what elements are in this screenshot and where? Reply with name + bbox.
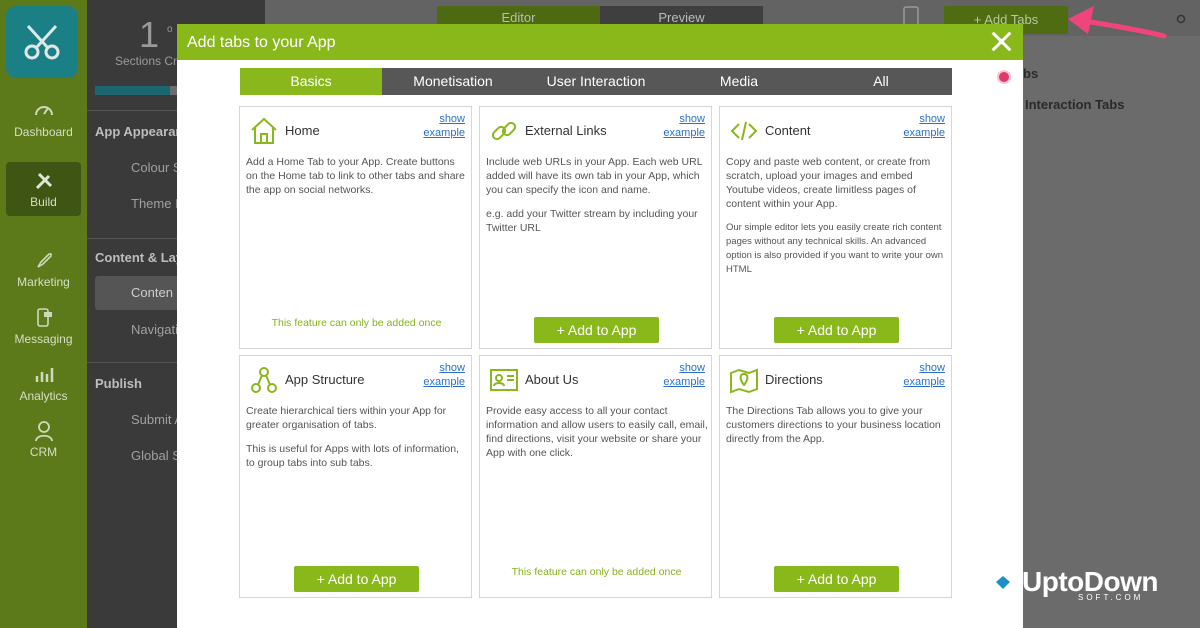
right-text-2: Interaction Tabs — [1025, 97, 1125, 112]
nav-build-label: Build — [30, 195, 57, 209]
tab-monetisation[interactable]: Monetisation — [382, 68, 524, 95]
card-description: Add a Home Tab to your App. Create butto… — [246, 156, 465, 196]
nav-dashboard-label: Dashboard — [14, 125, 73, 139]
nav-build[interactable]: Build — [6, 162, 81, 216]
nav-crm[interactable]: CRM — [0, 420, 87, 459]
card-title: Directions — [765, 372, 823, 387]
card-content: Content show example Copy and paste web c… — [719, 106, 952, 349]
modal-header: Add tabs to your App — [177, 24, 1023, 60]
bar-chart-icon — [35, 368, 53, 382]
modal-title: Add tabs to your App — [187, 34, 336, 51]
category-tabs: Basics Monetisation User Interaction Med… — [240, 68, 952, 95]
show-example-link[interactable]: show example — [423, 361, 465, 389]
tab-basics[interactable]: Basics — [240, 68, 382, 95]
nav-marketing-label: Marketing — [17, 275, 70, 289]
nav-analytics-label: Analytics — [19, 389, 68, 403]
map-icon — [730, 368, 758, 394]
add-tabs-modal: Add tabs to your App Basics Monetisation… — [177, 24, 1023, 628]
card-description: Copy and paste web content, or create fr… — [726, 156, 944, 275]
show-example-link[interactable]: show example — [903, 361, 945, 389]
add-to-app-button[interactable]: + Add to App — [294, 566, 419, 592]
record-indicator — [997, 70, 1011, 84]
card-app-structure: App Structure show example Create hierarc… — [239, 355, 472, 598]
theme-item[interactable]: Theme I — [131, 196, 179, 211]
settings-icon[interactable] — [1176, 14, 1186, 24]
tab-all[interactable]: All — [810, 68, 952, 95]
card-description: Include web URLs in your App. Each web U… — [486, 156, 703, 234]
home-icon — [251, 117, 277, 144]
card-about-us: About Us show example Provide easy access… — [479, 355, 712, 598]
nav-marketing[interactable]: Marketing — [0, 250, 87, 289]
tab-user-interaction[interactable]: User Interaction — [524, 68, 668, 95]
card-home: Home show example Add a Home Tab to your … — [239, 106, 472, 349]
publish-heading: Publish — [95, 376, 142, 391]
submit-item[interactable]: Submit A — [131, 412, 183, 427]
left-navigation: Dashboard Build Marketing Messaging Anal… — [0, 0, 87, 628]
rocket-icon — [36, 253, 52, 268]
navigation-item[interactable]: Navigati — [131, 322, 178, 337]
phone-message-icon — [36, 308, 52, 327]
app-logo — [6, 6, 78, 78]
card-description: Provide easy access to all your contact … — [486, 405, 708, 459]
right-panel: bs Interaction Tabs — [1023, 36, 1200, 628]
content-layout-heading: Content & Lay — [95, 250, 184, 265]
card-description: The Directions Tab allows you to give yo… — [726, 405, 941, 445]
show-example-link[interactable]: show example — [423, 112, 465, 140]
show-example-link[interactable]: show example — [663, 361, 705, 389]
add-to-app-button[interactable]: + Add to App — [774, 566, 899, 592]
code-icon — [730, 121, 758, 141]
add-to-app-button[interactable]: + Add to App — [774, 317, 899, 343]
card-description: Create hierarchical tiers within your Ap… — [246, 405, 460, 469]
global-settings-item[interactable]: Global S — [131, 448, 181, 463]
speedometer-icon — [34, 106, 53, 116]
nav-crm-label: CRM — [29, 445, 58, 459]
nav-analytics[interactable]: Analytics — [0, 364, 87, 403]
watermark-subtext: SOFT.COM — [1078, 593, 1144, 602]
close-icon[interactable] — [989, 29, 1013, 53]
link-icon — [491, 121, 517, 141]
card-external-links: External Links show example Include web U… — [479, 106, 712, 349]
sections-label: Sections Cr — [115, 54, 178, 68]
sections-count: 1 — [139, 14, 160, 55]
once-note: This feature can only be added once — [271, 317, 442, 329]
card-title: About Us — [525, 372, 579, 387]
app-appearance-heading: App Appearan — [95, 124, 184, 139]
nav-messaging-label: Messaging — [14, 332, 73, 346]
nav-messaging[interactable]: Messaging — [0, 307, 87, 346]
contact-card-icon — [490, 369, 518, 391]
card-title: App Structure — [285, 372, 365, 387]
uptodown-watermark: UptoDown SOFT.COM — [988, 566, 1193, 606]
once-note: This feature can only be added once — [511, 566, 682, 578]
card-title: Home — [285, 123, 320, 138]
right-text-1: bs — [1023, 66, 1039, 81]
user-icon — [34, 421, 53, 442]
tab-media[interactable]: Media — [668, 68, 810, 95]
card-title: External Links — [525, 123, 607, 138]
sections-small: o — [167, 24, 173, 35]
colour-scheme-item[interactable]: Colour S — [131, 160, 182, 175]
tools-icon — [35, 172, 52, 190]
show-example-link[interactable]: show example — [663, 112, 705, 140]
nav-dashboard[interactable]: Dashboard — [0, 100, 87, 139]
annotation-arrow-icon — [1068, 6, 1167, 39]
card-title: Content — [765, 123, 811, 138]
arrow-down-logo-icon — [990, 572, 1016, 594]
hierarchy-icon — [251, 367, 277, 393]
add-to-app-button[interactable]: + Add to App — [534, 317, 659, 343]
show-example-link[interactable]: show example — [903, 112, 945, 140]
card-directions: Directions show example The Directions Ta… — [719, 355, 952, 598]
scissors-logo-icon — [24, 24, 60, 60]
